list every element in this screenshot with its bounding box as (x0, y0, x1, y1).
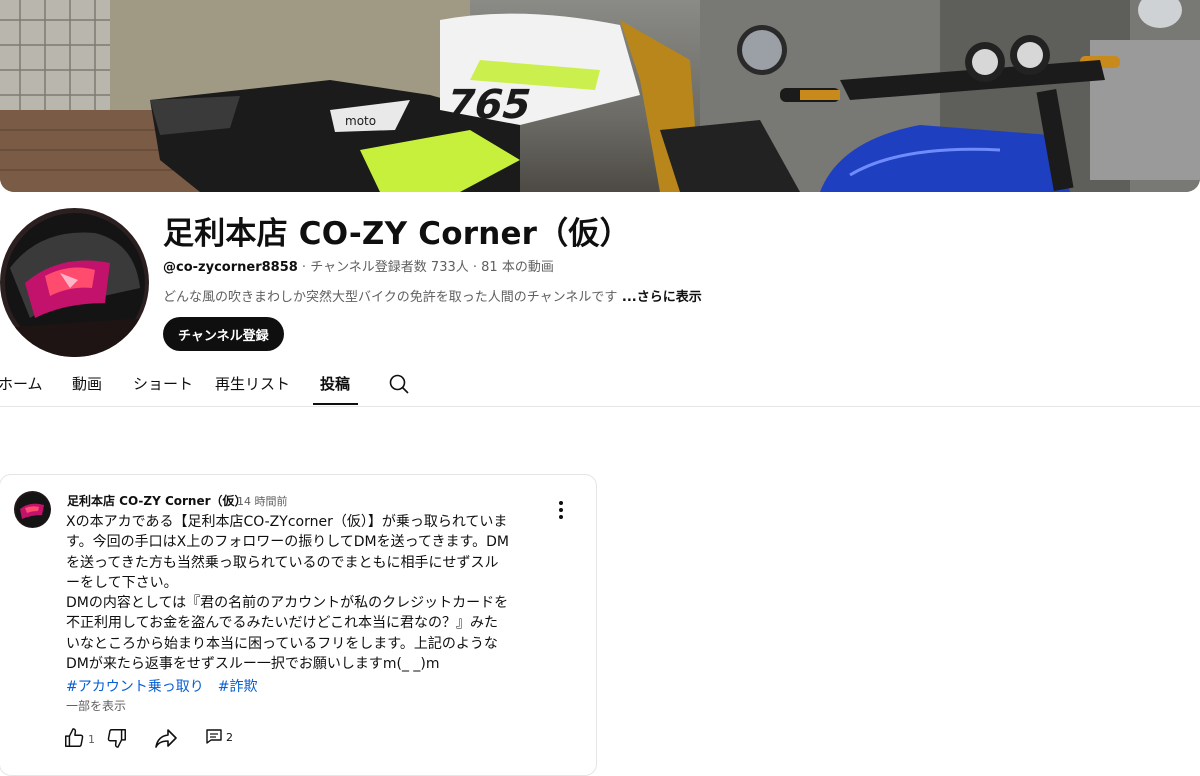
share-button[interactable] (154, 727, 178, 752)
more-vert-icon[interactable] (554, 499, 568, 521)
share-icon (154, 727, 178, 752)
active-tab-indicator (313, 403, 358, 405)
post-line: ーをして下さい。 (66, 574, 178, 591)
search-icon[interactable] (388, 373, 410, 395)
channel-avatar-helmet (0, 208, 149, 357)
show-less-link[interactable]: 一部を表示 (66, 697, 126, 714)
banner-bike-number: 765 (441, 81, 537, 128)
tab-videos[interactable]: 動画 (72, 373, 102, 394)
post-line: いなところから始まり本当に困っているフリをします。上記のような (66, 635, 498, 652)
post-line: DMの内容としては『君の名前のアカウントが私のクレジットカードを (66, 595, 509, 612)
subscribe-button[interactable]: チャンネル登録 (163, 317, 284, 351)
like-icon (63, 727, 85, 752)
post-author-name[interactable]: 足利本店 CO-ZY Corner（仮） (67, 492, 247, 509)
post-line: す。今回の手口はX上のフォロワーの振りしてDMを送ってきます。DM (66, 534, 509, 551)
dislike-button[interactable] (106, 727, 128, 752)
comment-count: 2 (226, 731, 233, 744)
svg-text:moto: moto (345, 114, 376, 128)
like-count: 1 (88, 733, 95, 746)
hashtag-link[interactable]: #アカウント乗っ取り (66, 679, 204, 695)
banner-photo: 765 moto (0, 0, 1200, 192)
like-button[interactable]: 1 (63, 727, 95, 752)
community-post: 足利本店 CO-ZY Corner（仮） 14 時間前 Xの本アカである【足利本… (0, 474, 597, 776)
post-line: DMが来たら返事をせずスルー一択でお願いしますm(_ _)m (66, 656, 440, 673)
post-line: Xの本アカである【足利本店CO-ZYcorner（仮）】が乗っ取られていま (66, 514, 508, 530)
show-more-link[interactable]: ...さらに表示 (617, 290, 702, 305)
channel-description-text: どんな風の吹きまわしか突然大型バイクの免許を取った人間のチャンネルです (163, 290, 618, 305)
post-line: を送ってきた方も当然乗っ取られているのでまともに相手にせずスル (66, 554, 499, 571)
channel-meta: @co-zycorner8858 · チャンネル登録者数 733人 · 81 本… (163, 256, 554, 275)
post-hashtags: #アカウント乗っ取り #詐欺 (66, 676, 271, 696)
post-line: 不正利用してお金を盗んでるみたいだけどこれ本当に君なの？』みた (66, 615, 499, 632)
tab-playlists[interactable]: 再生リスト (215, 373, 290, 394)
dislike-icon (106, 727, 128, 752)
channel-stats: · チャンネル登録者数 733人 · 81 本の動画 (297, 260, 554, 275)
post-timestamp[interactable]: 14 時間前 (237, 493, 288, 509)
channel-banner: 765 moto (0, 0, 1200, 192)
comment-button[interactable]: 2 (205, 727, 233, 748)
tab-posts[interactable]: 投稿 (320, 373, 350, 394)
tab-home[interactable]: ホーム (0, 373, 43, 394)
comment-icon (205, 727, 223, 748)
channel-tabs: ホーム 動画 ショート 再生リスト 投稿 (0, 362, 1200, 407)
channel-avatar[interactable] (0, 208, 149, 357)
channel-description[interactable]: どんな風の吹きまわしか突然大型バイクの免許を取った人間のチャンネルです ...さ… (163, 286, 702, 305)
hashtag-link[interactable]: #詐欺 (218, 679, 258, 695)
post-author-avatar[interactable] (14, 491, 51, 528)
tab-shorts[interactable]: ショート (133, 373, 193, 394)
channel-handle: @co-zycorner8858 (163, 260, 298, 275)
post-body: Xの本アカである【足利本店CO-ZYcorner（仮）】が乗っ取られていま す。… (66, 512, 546, 674)
channel-title: 足利本店 CO-ZY Corner（仮） (163, 216, 631, 252)
